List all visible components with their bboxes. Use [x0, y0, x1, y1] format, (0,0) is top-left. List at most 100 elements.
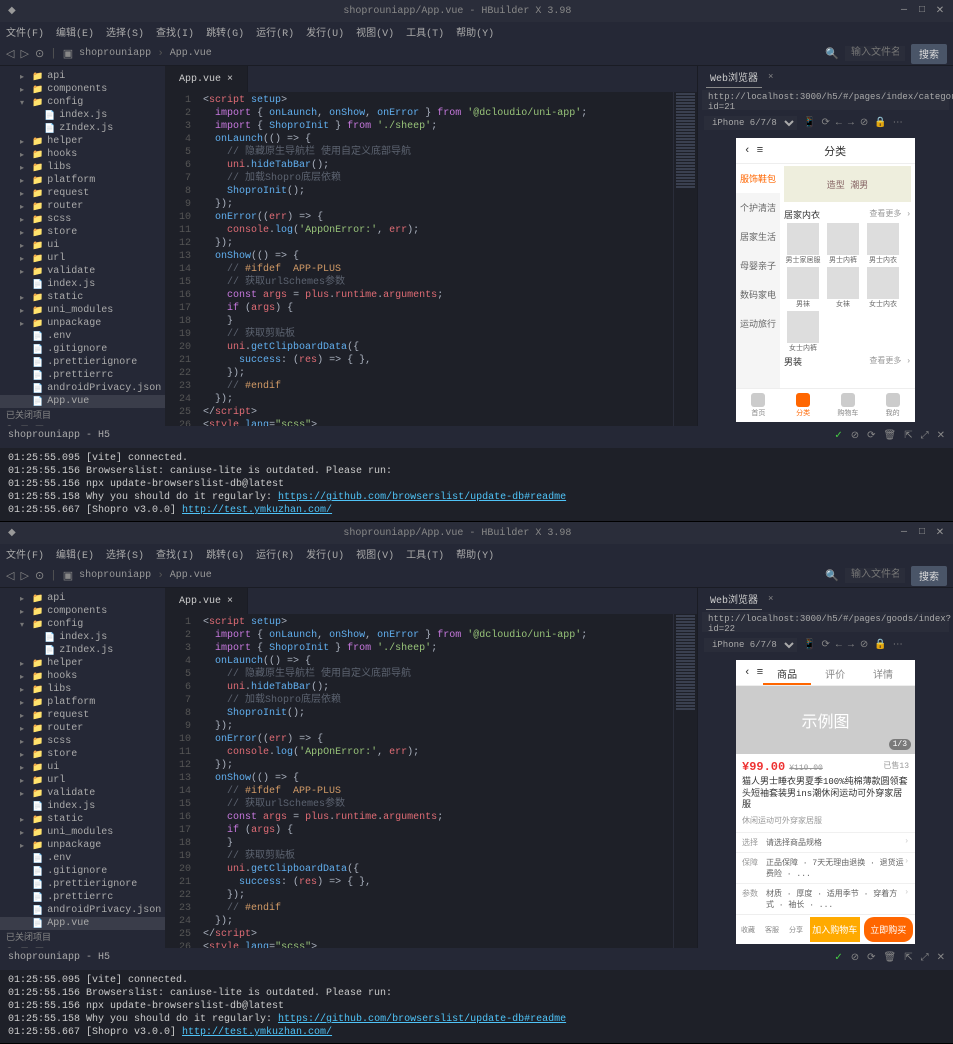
more-link[interactable]: 查看更多 › [869, 208, 911, 221]
tree-item[interactable]: ▸📁static [0, 291, 165, 304]
export-icon[interactable]: ⇱ [904, 430, 912, 444]
close-icon[interactable]: ✕ [935, 5, 945, 17]
goods-row[interactable]: 保障正品保障 · 7天无理由退换 · 退货运费险 · ...› [736, 852, 915, 883]
editor-tab[interactable]: App.vue× [165, 588, 248, 614]
menu-item[interactable]: 文件(F) [6, 24, 44, 40]
sync-icon[interactable]: ⟳ [6, 424, 14, 426]
goods-row[interactable]: 选择请选择商品规格› [736, 832, 915, 852]
tree-item[interactable]: ▸📁hooks [0, 670, 165, 683]
status-icon[interactable]: ✓ [834, 952, 842, 966]
expand-icon[interactable]: ⤢ [921, 430, 929, 444]
closed-projects[interactable]: 已关闭项目 [0, 408, 165, 420]
close-icon[interactable]: × [227, 596, 233, 607]
editor-tab[interactable]: App.vue× [165, 66, 248, 92]
product-item[interactable]: 男士家居服 [784, 223, 822, 265]
tabbar-item[interactable]: 首页 [736, 389, 781, 422]
tree-item[interactable]: 📄index.js [0, 278, 165, 291]
terminal-icon[interactable]: ▤ [35, 946, 44, 948]
menu-item[interactable]: 运行(R) [256, 24, 294, 40]
close-icon[interactable]: ✕ [937, 952, 945, 966]
tree-item[interactable]: ▸📁hooks [0, 148, 165, 161]
device-select[interactable]: iPhone 6/7/8 [704, 638, 797, 652]
product-item[interactable]: 女袜 [824, 267, 862, 309]
minimize-icon[interactable]: — [899, 5, 909, 17]
tree-item[interactable]: ▸📁unpackage [0, 317, 165, 330]
tree-item[interactable]: 📄App.vue [0, 917, 165, 930]
menu-item[interactable]: 查找(I) [156, 546, 194, 562]
terminal[interactable]: 01:25:55.095 [vite] connected.01:25:55.1… [0, 448, 953, 521]
tree-item[interactable]: ▸📁url [0, 252, 165, 265]
tree-item[interactable]: ▸📁components [0, 605, 165, 618]
close-icon[interactable]: × [227, 74, 233, 85]
lock-icon[interactable]: 🔒 [874, 639, 886, 651]
tree-item[interactable]: ▸📁libs [0, 161, 165, 174]
breadcrumb[interactable]: shoprouniapp [79, 48, 151, 59]
breadcrumb[interactable]: shoprouniapp [79, 570, 151, 581]
back-icon[interactable]: ‹ [744, 667, 751, 679]
tree-item[interactable]: 📄.env [0, 330, 165, 343]
tabbar-item[interactable]: 购物车 [826, 389, 871, 422]
category-item[interactable]: 个护清洁 [736, 193, 780, 222]
minimap[interactable] [673, 92, 697, 426]
expand-icon[interactable]: ⤢ [921, 952, 929, 966]
fwd-icon[interactable]: → [848, 640, 854, 651]
menu-icon[interactable]: ≡ [757, 145, 764, 157]
menu-item[interactable]: 发行(U) [306, 546, 344, 562]
explorer-icon[interactable]: ▣ [63, 47, 73, 61]
tree-item[interactable]: ▸📁ui [0, 761, 165, 774]
menu-item[interactable]: 文件(F) [6, 546, 44, 562]
tree-item[interactable]: ▸📁router [0, 722, 165, 735]
search-input[interactable] [845, 46, 905, 61]
menu-item[interactable]: 跳转(G) [206, 24, 244, 40]
tree-item[interactable]: 📄index.js [0, 109, 165, 122]
refresh-icon[interactable]: ⟳ [821, 639, 829, 651]
minimap[interactable] [673, 614, 697, 948]
tabbar-item[interactable]: 我的 [870, 389, 915, 422]
menu-item[interactable]: 选择(S) [106, 24, 144, 40]
tree-item[interactable]: 📄androidPrivacy.json [0, 904, 165, 917]
tree-item[interactable]: 📄App.vue [0, 395, 165, 408]
more-icon[interactable]: ⋯ [893, 117, 903, 129]
refresh-icon[interactable]: ⟳ [821, 117, 829, 129]
goods-row[interactable]: 参数材质 · 厚度 · 适用季节 · 穿着方式 · 袖长 · ...› [736, 883, 915, 914]
product-item[interactable]: 男士内裤 [824, 223, 862, 265]
code-area[interactable]: <script setup> import { onLaunch, onShow… [197, 92, 673, 426]
menu-item[interactable]: 编辑(E) [56, 546, 94, 562]
category-item[interactable]: 居家生活 [736, 222, 780, 251]
collapse-icon[interactable]: ⊟ [20, 424, 28, 426]
tree-item[interactable]: ▸📁api [0, 592, 165, 605]
service-button[interactable]: 客服 [760, 925, 784, 935]
restart-icon[interactable]: ⟳ [867, 952, 875, 966]
menu-item[interactable]: 查找(I) [156, 24, 194, 40]
menu-item[interactable]: 运行(R) [256, 546, 294, 562]
restart-icon[interactable]: ⟳ [867, 430, 875, 444]
status-icon[interactable]: ✓ [834, 430, 842, 444]
tree-item[interactable]: 📄index.js [0, 800, 165, 813]
recent-icon[interactable]: ⊙ [35, 47, 44, 61]
clear-icon[interactable]: ⊘ [860, 117, 868, 129]
search-input[interactable] [845, 568, 905, 583]
recent-icon[interactable]: ⊙ [35, 569, 44, 583]
tree-item[interactable]: ▾📁config [0, 618, 165, 631]
closed-projects[interactable]: 已关闭项目 [0, 930, 165, 942]
nav-fwd-icon[interactable]: ▷ [20, 569, 28, 583]
menu-item[interactable]: 帮助(Y) [456, 546, 494, 562]
breadcrumb[interactable]: App.vue [170, 570, 212, 581]
tabbar-item[interactable]: 分类 [781, 389, 826, 422]
menu-item[interactable]: 工具(T) [406, 546, 444, 562]
nav-back-icon[interactable]: ◁ [6, 569, 14, 583]
category-item[interactable]: 母婴亲子 [736, 251, 780, 280]
add-cart-button[interactable]: 加入购物车 [810, 917, 860, 942]
stop-icon[interactable]: ⊘ [851, 430, 859, 444]
tree-item[interactable]: 📄.gitignore [0, 343, 165, 356]
menu-item[interactable]: 选择(S) [106, 546, 144, 562]
menu-item[interactable]: 帮助(Y) [456, 24, 494, 40]
clear-icon[interactable]: 🗑 [884, 430, 897, 444]
tree-item[interactable]: 📄.prettierrc [0, 891, 165, 904]
goods-tab[interactable]: 评价 [811, 660, 859, 685]
tree-item[interactable]: ▸📁store [0, 748, 165, 761]
url-input[interactable]: http://localhost:3000/h5/#/pages/index/c… [702, 90, 949, 110]
tree-item[interactable]: 📄.env [0, 852, 165, 865]
tree-item[interactable]: ▸📁store [0, 226, 165, 239]
tree-item[interactable]: 📄zIndex.js [0, 644, 165, 657]
